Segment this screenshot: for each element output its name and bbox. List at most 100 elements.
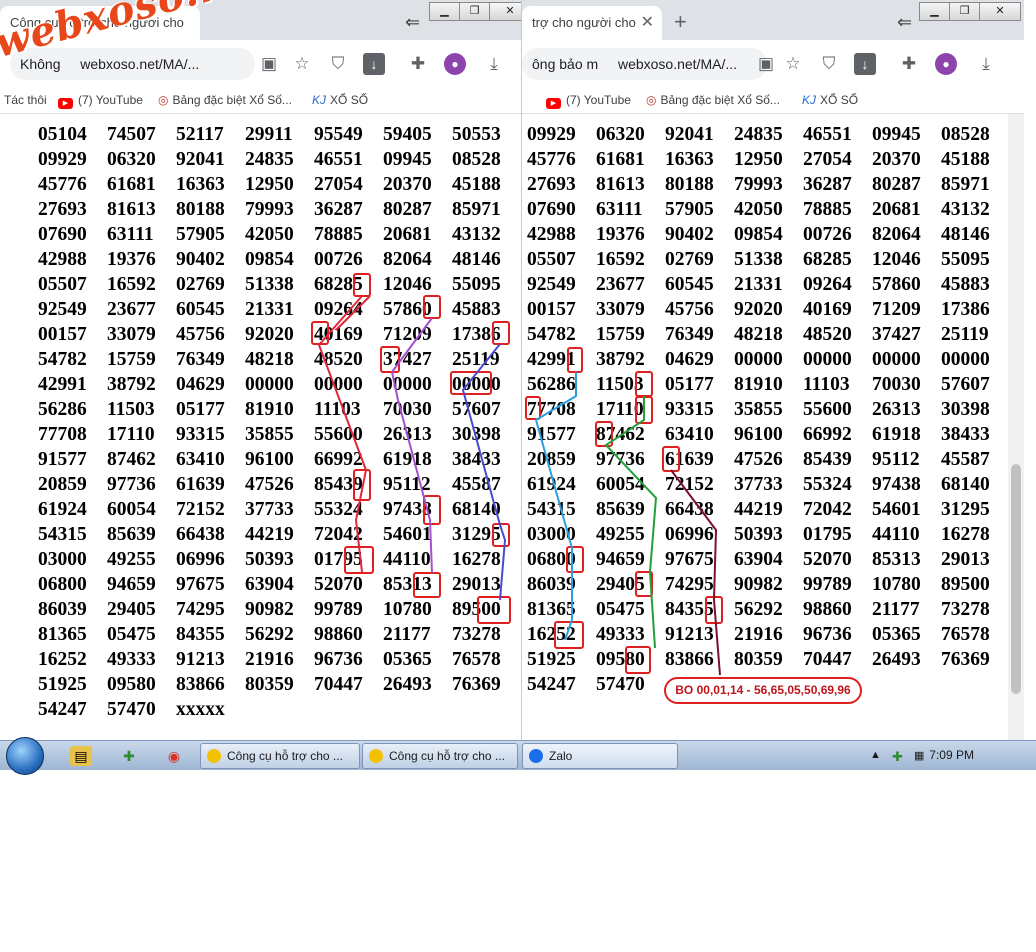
table-cell: 25119	[452, 349, 500, 370]
chrome-icon[interactable]: ◉	[163, 746, 185, 766]
table-cell: 79993	[245, 199, 294, 220]
table-cell: 83866	[176, 674, 225, 695]
back-arrow-icon[interactable]: ⇐	[897, 12, 912, 33]
table-cell: 74295	[176, 599, 225, 620]
shield-icon[interactable]: ⛉	[327, 53, 349, 75]
table-cell: 70030	[383, 399, 432, 420]
table-cell: 16252	[38, 649, 87, 670]
bookmark-youtube[interactable]: ▶ (7) YouTube	[58, 93, 143, 109]
back-arrow-icon[interactable]: ⇐	[405, 12, 420, 33]
table-cell: 51338	[734, 249, 783, 270]
site-logo-icon: ◎	[646, 93, 657, 107]
table-cell: 90982	[734, 574, 783, 595]
download-ext-icon[interactable]: ↓	[363, 53, 385, 75]
start-button[interactable]	[6, 737, 44, 775]
table-cell: 82064	[383, 249, 432, 270]
table-cell: 01795	[803, 524, 852, 545]
screenshot-icon[interactable]: ▣	[755, 53, 777, 75]
maximize-icon[interactable]: ❐	[459, 2, 490, 21]
table-cell: 06996	[176, 549, 225, 570]
download-ext-icon[interactable]: ↓	[854, 53, 876, 75]
table-cell: 92549	[38, 299, 87, 320]
table-cell: 00000	[452, 374, 501, 395]
table-cell: 81613	[107, 199, 156, 220]
table-cell: 03000	[38, 549, 87, 570]
bookmark-item[interactable]: Tác thôi	[4, 93, 47, 107]
table-cell: 38792	[107, 374, 156, 395]
table-cell: 96100	[245, 449, 294, 470]
ultraviewer-icon[interactable]: ✚	[118, 746, 140, 766]
table-cell: 09580	[107, 674, 156, 695]
file-explorer-icon[interactable]: ▤	[70, 746, 92, 766]
close-icon[interactable]: ✕	[489, 2, 521, 21]
table-cell: 98860	[803, 599, 852, 620]
maximize-icon[interactable]: ❐	[949, 2, 980, 21]
table-cell: 91577	[527, 424, 576, 445]
table-cell: 56286	[527, 374, 576, 395]
right-active-tab[interactable]: trợ cho người cho ✕	[522, 6, 662, 40]
minimize-icon[interactable]: ▁	[429, 2, 460, 21]
left-browser-window: Công cụ hỗ trợ cho người cho ⇐ ▁ ❐ ✕ Khô…	[0, 0, 522, 740]
table-cell: 09580	[596, 649, 645, 670]
table-cell: 73278	[941, 599, 990, 620]
table-cell: 55600	[803, 399, 852, 420]
task-zalo[interactable]: Zalo	[522, 743, 678, 769]
bookmark-xo-so[interactable]: KJ XỔ SỐ	[802, 93, 858, 107]
downloads-icon[interactable]: ⤓	[483, 53, 505, 75]
screenshot-icon[interactable]: ▣	[258, 53, 280, 75]
scrollbar-thumb[interactable]	[1011, 464, 1021, 694]
close-icon[interactable]: ✕	[979, 2, 1021, 21]
table-cell: 68140	[452, 499, 501, 520]
table-cell: 26313	[383, 424, 432, 445]
table-cell: 11103	[803, 374, 850, 395]
table-cell: 27693	[38, 199, 87, 220]
table-cell: 80287	[872, 174, 921, 195]
downloads-icon[interactable]: ⤓	[975, 53, 997, 75]
taskbar-clock[interactable]: 7:09 PM	[929, 748, 974, 762]
extensions-puzzle-icon[interactable]: ✚	[407, 53, 429, 75]
table-cell: 63410	[176, 449, 225, 470]
extensions-puzzle-icon[interactable]: ✚	[898, 53, 920, 75]
right-address-bar[interactable]: ông bảo m webxoso.net/MA/...	[522, 48, 767, 80]
bookmark-youtube[interactable]: ▶ (7) YouTube	[546, 93, 631, 109]
table-cell: 81910	[245, 399, 294, 420]
minimize-icon[interactable]: ▁	[919, 2, 950, 21]
tray-ultraviewer-icon[interactable]: ✚	[892, 749, 903, 765]
bookmark-bang-dac-biet[interactable]: ◎ Bảng đặc biệt Xổ Số...	[646, 93, 780, 107]
tray-arrow-icon[interactable]: ▲	[870, 749, 881, 761]
table-cell: 42991	[38, 374, 87, 395]
profile-avatar-icon[interactable]: ●	[444, 53, 466, 75]
table-cell: 54601	[383, 524, 432, 545]
table-cell: 05104	[38, 124, 87, 145]
table-cell: 00000	[734, 349, 783, 370]
table-cell: 61681	[596, 149, 645, 170]
task-chrome-2[interactable]: Công cụ hỗ trợ cho ...	[362, 743, 518, 769]
site-logo-icon: ◎	[158, 93, 169, 107]
table-cell: 77708	[38, 424, 87, 445]
table-cell: 89500	[452, 599, 501, 620]
table-cell: 61639	[665, 449, 714, 470]
task-chrome-1[interactable]: Công cụ hỗ trợ cho ...	[200, 743, 360, 769]
tab-close-icon[interactable]: ✕	[641, 6, 654, 40]
bookmark-xo-so[interactable]: KJ XỔ SỐ	[312, 93, 368, 107]
right-tab-title: trợ cho người cho	[532, 15, 636, 30]
table-cell: 68285	[803, 249, 852, 270]
table-cell: 57905	[665, 199, 714, 220]
table-cell: 45587	[941, 449, 990, 470]
network-icon[interactable]: ▦	[914, 749, 924, 762]
table-cell: 85639	[596, 499, 645, 520]
new-tab-icon[interactable]: +	[674, 8, 687, 36]
table-cell: 21331	[734, 274, 783, 295]
table-cell: 08528	[941, 124, 990, 145]
shield-icon[interactable]: ⛉	[818, 53, 840, 75]
bookmark-star-icon[interactable]: ☆	[291, 53, 313, 75]
bookmark-bang-dac-biet[interactable]: ◎ Bảng đặc biệt Xổ Số...	[158, 93, 292, 107]
table-cell: 29911	[245, 124, 293, 145]
table-cell: 78885	[803, 199, 852, 220]
bookmark-star-icon[interactable]: ☆	[782, 53, 804, 75]
table-cell: 38433	[941, 424, 990, 445]
profile-avatar-icon[interactable]: ●	[935, 53, 957, 75]
table-cell: 90402	[176, 249, 225, 270]
left-window-controls: ▁ ❐ ✕	[429, 2, 521, 21]
right-scrollbar[interactable]	[1008, 114, 1024, 740]
